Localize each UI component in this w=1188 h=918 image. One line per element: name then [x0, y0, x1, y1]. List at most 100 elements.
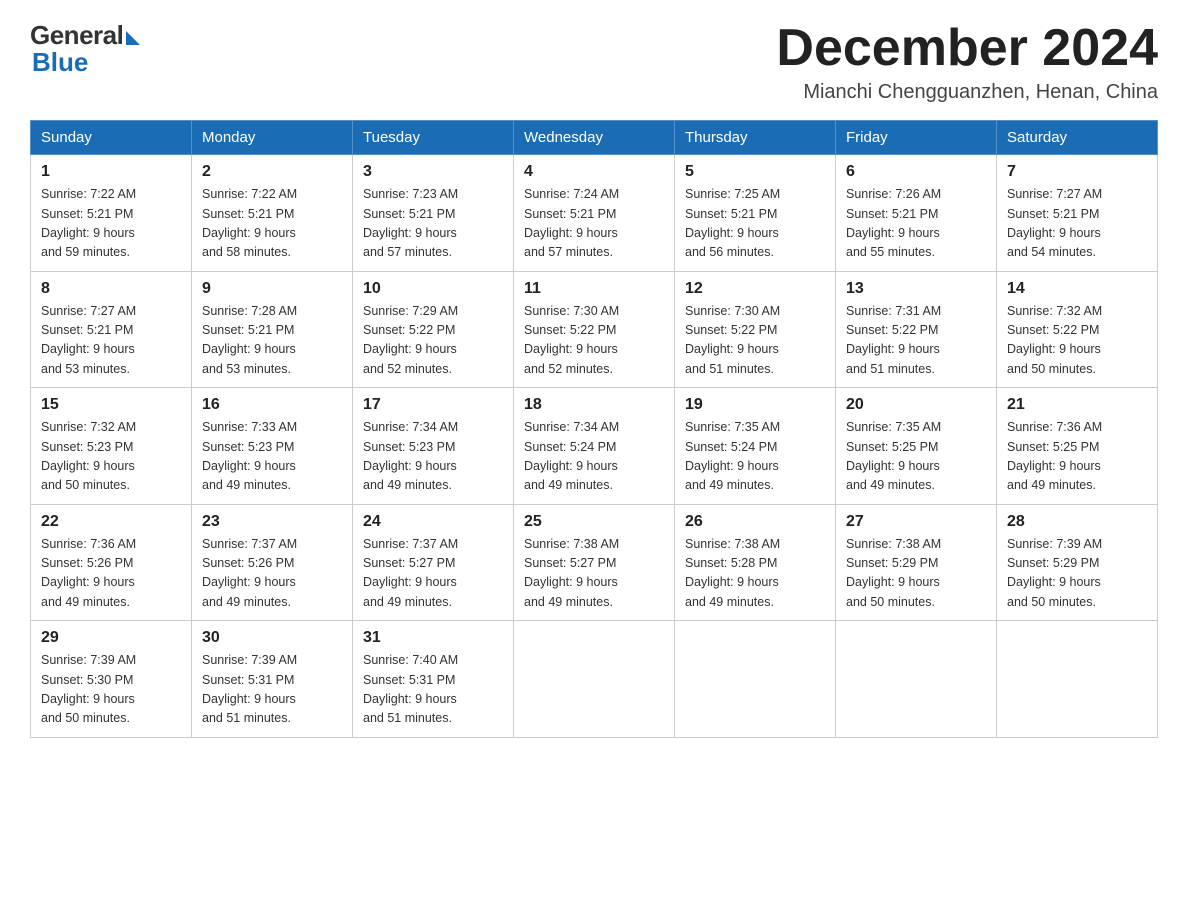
calendar-cell: [675, 621, 836, 738]
day-number: 3: [363, 163, 503, 181]
day-info: Sunrise: 7:39 AM Sunset: 5:30 PM Dayligh…: [41, 651, 181, 729]
calendar-cell: 27 Sunrise: 7:38 AM Sunset: 5:29 PM Dayl…: [836, 504, 997, 621]
day-info: Sunrise: 7:37 AM Sunset: 5:27 PM Dayligh…: [363, 535, 503, 613]
day-info: Sunrise: 7:30 AM Sunset: 5:22 PM Dayligh…: [524, 302, 664, 380]
calendar-cell: [997, 621, 1158, 738]
calendar-cell: 20 Sunrise: 7:35 AM Sunset: 5:25 PM Dayl…: [836, 388, 997, 505]
day-info: Sunrise: 7:30 AM Sunset: 5:22 PM Dayligh…: [685, 302, 825, 380]
day-number: 29: [41, 629, 181, 647]
calendar-table: SundayMondayTuesdayWednesdayThursdayFrid…: [30, 120, 1158, 738]
title-area: December 2024 Mianchi Chengguanzhen, Hen…: [776, 20, 1158, 104]
calendar-cell: 15 Sunrise: 7:32 AM Sunset: 5:23 PM Dayl…: [31, 388, 192, 505]
week-row-1: 1 Sunrise: 7:22 AM Sunset: 5:21 PM Dayli…: [31, 155, 1158, 272]
column-header-tuesday: Tuesday: [353, 121, 514, 155]
calendar-cell: 24 Sunrise: 7:37 AM Sunset: 5:27 PM Dayl…: [353, 504, 514, 621]
day-info: Sunrise: 7:38 AM Sunset: 5:27 PM Dayligh…: [524, 535, 664, 613]
day-number: 5: [685, 163, 825, 181]
day-number: 4: [524, 163, 664, 181]
day-info: Sunrise: 7:24 AM Sunset: 5:21 PM Dayligh…: [524, 185, 664, 263]
day-info: Sunrise: 7:39 AM Sunset: 5:31 PM Dayligh…: [202, 651, 342, 729]
calendar-cell: 4 Sunrise: 7:24 AM Sunset: 5:21 PM Dayli…: [514, 155, 675, 272]
day-number: 10: [363, 280, 503, 298]
logo-triangle-icon: [126, 31, 140, 45]
day-number: 15: [41, 396, 181, 414]
day-info: Sunrise: 7:40 AM Sunset: 5:31 PM Dayligh…: [363, 651, 503, 729]
day-info: Sunrise: 7:27 AM Sunset: 5:21 PM Dayligh…: [41, 302, 181, 380]
calendar-cell: 12 Sunrise: 7:30 AM Sunset: 5:22 PM Dayl…: [675, 271, 836, 388]
day-info: Sunrise: 7:36 AM Sunset: 5:25 PM Dayligh…: [1007, 418, 1147, 496]
week-row-5: 29 Sunrise: 7:39 AM Sunset: 5:30 PM Dayl…: [31, 621, 1158, 738]
column-header-thursday: Thursday: [675, 121, 836, 155]
day-number: 22: [41, 513, 181, 531]
day-number: 28: [1007, 513, 1147, 531]
day-info: Sunrise: 7:28 AM Sunset: 5:21 PM Dayligh…: [202, 302, 342, 380]
calendar-cell: 7 Sunrise: 7:27 AM Sunset: 5:21 PM Dayli…: [997, 155, 1158, 272]
day-info: Sunrise: 7:25 AM Sunset: 5:21 PM Dayligh…: [685, 185, 825, 263]
calendar-cell: 21 Sunrise: 7:36 AM Sunset: 5:25 PM Dayl…: [997, 388, 1158, 505]
day-number: 19: [685, 396, 825, 414]
calendar-cell: 8 Sunrise: 7:27 AM Sunset: 5:21 PM Dayli…: [31, 271, 192, 388]
day-number: 25: [524, 513, 664, 531]
column-header-monday: Monday: [192, 121, 353, 155]
calendar-cell: 23 Sunrise: 7:37 AM Sunset: 5:26 PM Dayl…: [192, 504, 353, 621]
day-number: 6: [846, 163, 986, 181]
day-number: 13: [846, 280, 986, 298]
calendar-cell: 14 Sunrise: 7:32 AM Sunset: 5:22 PM Dayl…: [997, 271, 1158, 388]
calendar-cell: 26 Sunrise: 7:38 AM Sunset: 5:28 PM Dayl…: [675, 504, 836, 621]
header: General Blue December 2024 Mianchi Cheng…: [30, 20, 1158, 104]
calendar-cell: 5 Sunrise: 7:25 AM Sunset: 5:21 PM Dayli…: [675, 155, 836, 272]
day-number: 12: [685, 280, 825, 298]
day-number: 23: [202, 513, 342, 531]
main-title: December 2024: [776, 20, 1158, 77]
calendar-cell: 30 Sunrise: 7:39 AM Sunset: 5:31 PM Dayl…: [192, 621, 353, 738]
day-info: Sunrise: 7:35 AM Sunset: 5:24 PM Dayligh…: [685, 418, 825, 496]
day-info: Sunrise: 7:27 AM Sunset: 5:21 PM Dayligh…: [1007, 185, 1147, 263]
week-row-2: 8 Sunrise: 7:27 AM Sunset: 5:21 PM Dayli…: [31, 271, 1158, 388]
day-number: 16: [202, 396, 342, 414]
calendar-cell: 13 Sunrise: 7:31 AM Sunset: 5:22 PM Dayl…: [836, 271, 997, 388]
day-info: Sunrise: 7:26 AM Sunset: 5:21 PM Dayligh…: [846, 185, 986, 263]
day-number: 2: [202, 163, 342, 181]
day-info: Sunrise: 7:39 AM Sunset: 5:29 PM Dayligh…: [1007, 535, 1147, 613]
day-info: Sunrise: 7:38 AM Sunset: 5:29 PM Dayligh…: [846, 535, 986, 613]
day-info: Sunrise: 7:34 AM Sunset: 5:24 PM Dayligh…: [524, 418, 664, 496]
column-header-friday: Friday: [836, 121, 997, 155]
day-number: 26: [685, 513, 825, 531]
week-row-3: 15 Sunrise: 7:32 AM Sunset: 5:23 PM Dayl…: [31, 388, 1158, 505]
day-number: 30: [202, 629, 342, 647]
day-number: 18: [524, 396, 664, 414]
day-number: 27: [846, 513, 986, 531]
day-info: Sunrise: 7:31 AM Sunset: 5:22 PM Dayligh…: [846, 302, 986, 380]
calendar-cell: 16 Sunrise: 7:33 AM Sunset: 5:23 PM Dayl…: [192, 388, 353, 505]
calendar-cell: 29 Sunrise: 7:39 AM Sunset: 5:30 PM Dayl…: [31, 621, 192, 738]
day-number: 21: [1007, 396, 1147, 414]
day-info: Sunrise: 7:29 AM Sunset: 5:22 PM Dayligh…: [363, 302, 503, 380]
calendar-cell: 17 Sunrise: 7:34 AM Sunset: 5:23 PM Dayl…: [353, 388, 514, 505]
logo-blue-text: Blue: [32, 47, 88, 78]
day-info: Sunrise: 7:33 AM Sunset: 5:23 PM Dayligh…: [202, 418, 342, 496]
day-number: 9: [202, 280, 342, 298]
day-number: 1: [41, 163, 181, 181]
calendar-cell: 11 Sunrise: 7:30 AM Sunset: 5:22 PM Dayl…: [514, 271, 675, 388]
day-number: 8: [41, 280, 181, 298]
day-number: 20: [846, 396, 986, 414]
column-header-wednesday: Wednesday: [514, 121, 675, 155]
calendar-cell: 31 Sunrise: 7:40 AM Sunset: 5:31 PM Dayl…: [353, 621, 514, 738]
logo: General Blue: [30, 20, 140, 78]
day-number: 31: [363, 629, 503, 647]
day-info: Sunrise: 7:32 AM Sunset: 5:22 PM Dayligh…: [1007, 302, 1147, 380]
calendar-cell: [514, 621, 675, 738]
day-info: Sunrise: 7:37 AM Sunset: 5:26 PM Dayligh…: [202, 535, 342, 613]
calendar-cell: 25 Sunrise: 7:38 AM Sunset: 5:27 PM Dayl…: [514, 504, 675, 621]
day-info: Sunrise: 7:23 AM Sunset: 5:21 PM Dayligh…: [363, 185, 503, 263]
day-number: 11: [524, 280, 664, 298]
day-info: Sunrise: 7:32 AM Sunset: 5:23 PM Dayligh…: [41, 418, 181, 496]
calendar-cell: 18 Sunrise: 7:34 AM Sunset: 5:24 PM Dayl…: [514, 388, 675, 505]
column-header-saturday: Saturday: [997, 121, 1158, 155]
calendar-cell: 19 Sunrise: 7:35 AM Sunset: 5:24 PM Dayl…: [675, 388, 836, 505]
subtitle: Mianchi Chengguanzhen, Henan, China: [776, 81, 1158, 104]
calendar-cell: 22 Sunrise: 7:36 AM Sunset: 5:26 PM Dayl…: [31, 504, 192, 621]
day-info: Sunrise: 7:36 AM Sunset: 5:26 PM Dayligh…: [41, 535, 181, 613]
day-info: Sunrise: 7:38 AM Sunset: 5:28 PM Dayligh…: [685, 535, 825, 613]
calendar-cell: 10 Sunrise: 7:29 AM Sunset: 5:22 PM Dayl…: [353, 271, 514, 388]
